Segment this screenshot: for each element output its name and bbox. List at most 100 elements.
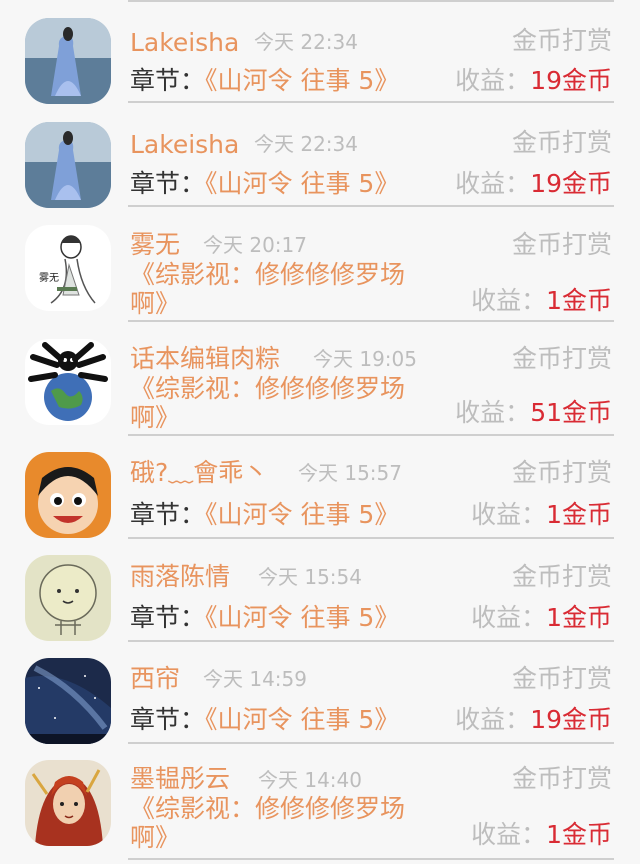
row-divider xyxy=(128,205,614,207)
reward-type: 金币打赏 xyxy=(511,128,612,157)
chapter-line: 章节：《山河令 往事 5》 xyxy=(130,707,399,732)
avatar[interactable] xyxy=(25,658,111,744)
reward-type: 金币打赏 xyxy=(511,764,612,793)
list-item[interactable]: 墨韫彤云 今天 14:40 金币打赏 《综影视：修修修修罗场 啊》 收益：1金币 xyxy=(0,746,640,864)
income-label: 收益： xyxy=(471,500,547,529)
income: 收益：1金币 xyxy=(471,822,612,847)
avatar[interactable] xyxy=(25,122,111,208)
income-label: 收益： xyxy=(455,169,531,198)
book-title-link[interactable]: 《综影视：修修修修罗场 啊》 xyxy=(130,260,405,318)
svg-text:雾无: 雾无 xyxy=(39,272,59,284)
row-divider xyxy=(128,537,614,539)
income: 收益：51金币 xyxy=(455,400,612,425)
user-name[interactable]: 硪?﹏會乖丶 xyxy=(130,460,268,485)
list-item[interactable]: 雨落陈情 今天 15:54 金币打赏 章节：《山河令 往事 5》 收益：1金币 xyxy=(0,540,640,642)
book-title-link[interactable]: 《山河令 往事 5》 xyxy=(205,500,399,529)
user-name[interactable]: Lakeisha xyxy=(130,132,239,157)
book-title-link[interactable]: 《综影视：修修修修罗场 啊》 xyxy=(130,374,405,432)
timestamp: 今天 15:54 xyxy=(258,565,362,589)
book-title-line-1: 《综影视：修修修修罗场 xyxy=(130,260,406,289)
user-name[interactable]: 雾无 xyxy=(130,232,180,257)
income: 收益：19金币 xyxy=(455,707,612,732)
chapter-label: 章节： xyxy=(130,66,206,95)
chapter-label: 章节： xyxy=(130,705,206,734)
book-title-line-2: 啊》 xyxy=(130,403,181,432)
red-haired-anime-character-icon xyxy=(25,760,111,846)
chapter-line: 章节：《山河令 往事 5》 xyxy=(130,68,399,93)
row-divider xyxy=(128,101,614,103)
income: 收益：1金币 xyxy=(471,288,612,313)
income: 收益：19金币 xyxy=(455,68,612,93)
user-name[interactable]: 西帘 xyxy=(130,666,180,691)
list-item[interactable]: 硪?﹏會乖丶 今天 15:57 金币打赏 章节：《山河令 往事 5》 收益：1金… xyxy=(0,436,640,540)
book-title-link[interactable]: 《山河令 往事 5》 xyxy=(205,603,399,632)
timestamp: 今天 22:34 xyxy=(254,30,358,54)
avatar[interactable] xyxy=(25,760,111,846)
timestamp: 今天 14:40 xyxy=(258,768,362,792)
income-label: 收益： xyxy=(471,603,547,632)
income: 收益：1金币 xyxy=(471,502,612,527)
book-title-link[interactable]: 《山河令 往事 5》 xyxy=(205,66,399,95)
chapter-label: 章节： xyxy=(130,603,206,632)
book-title-line-2: 啊》 xyxy=(130,289,181,318)
starry-night-sky-icon xyxy=(25,658,111,744)
reward-record-list: Lakeisha 今天 22:34 金币打赏 章节：《山河令 往事 5》 收益：… xyxy=(0,0,640,864)
income-amount: 1金币 xyxy=(546,286,612,315)
user-name[interactable]: 雨落陈情 xyxy=(130,564,230,589)
chapter-line: 章节：《山河令 往事 5》 xyxy=(130,171,399,196)
ink-sketch-figure-icon: 雾无 xyxy=(25,225,111,311)
timestamp: 今天 14:59 xyxy=(203,667,307,691)
list-item[interactable]: 话本编辑肉粽 今天 19:05 金币打赏 《综影视：修修修修罗场 啊》 收益：5… xyxy=(0,322,640,436)
income-label: 收益： xyxy=(455,705,531,734)
timestamp: 今天 15:57 xyxy=(298,461,402,485)
avatar[interactable] xyxy=(25,18,111,104)
book-title-line-2: 啊》 xyxy=(130,823,181,852)
book-title-link[interactable]: 《山河令 往事 5》 xyxy=(205,169,399,198)
book-title-line-1: 《综影视：修修修修罗场 xyxy=(130,794,406,823)
reward-type: 金币打赏 xyxy=(511,230,612,259)
income-amount: 19金币 xyxy=(530,66,612,95)
list-item[interactable]: Lakeisha 今天 22:34 金币打赏 章节：《山河令 往事 5》 收益：… xyxy=(0,104,640,208)
book-title-link[interactable]: 《综影视：修修修修罗场 啊》 xyxy=(130,794,405,852)
income-label: 收益： xyxy=(471,820,547,849)
user-name[interactable]: 话本编辑肉粽 xyxy=(130,346,280,371)
income-amount: 1金币 xyxy=(546,603,612,632)
chapter-label: 章节： xyxy=(130,500,206,529)
timestamp: 今天 19:05 xyxy=(313,347,417,371)
income-amount: 1金币 xyxy=(546,500,612,529)
income: 收益：1金币 xyxy=(471,605,612,630)
row-divider xyxy=(128,858,614,860)
chapter-label: 章节： xyxy=(130,169,206,198)
round-face-doodle-icon xyxy=(25,555,111,641)
avatar[interactable]: 雾无 xyxy=(25,225,111,311)
reward-type: 金币打赏 xyxy=(511,26,612,55)
timestamp: 今天 20:17 xyxy=(203,233,307,257)
reward-type: 金币打赏 xyxy=(511,562,612,591)
income-label: 收益： xyxy=(455,66,531,95)
reward-type: 金币打赏 xyxy=(511,664,612,693)
avatar[interactable] xyxy=(25,452,111,538)
income-amount: 51金币 xyxy=(530,398,612,427)
reward-type: 金币打赏 xyxy=(511,344,612,373)
user-name[interactable]: 墨韫彤云 xyxy=(130,766,230,791)
list-item[interactable]: 雾无 雾无 今天 20:17 金币打赏 《综影视：修修修修罗场 啊》 收益：1金… xyxy=(0,208,640,322)
chapter-line: 章节：《山河令 往事 5》 xyxy=(130,502,399,527)
reward-type: 金币打赏 xyxy=(511,458,612,487)
income-amount: 19金币 xyxy=(530,705,612,734)
list-item[interactable]: 西帘 今天 14:59 金币打赏 章节：《山河令 往事 5》 收益：19金币 xyxy=(0,642,640,746)
luffy-cartoon-icon xyxy=(25,452,111,538)
bone-creature-earth-icon xyxy=(25,339,111,425)
book-title-link[interactable]: 《山河令 往事 5》 xyxy=(205,705,399,734)
income-amount: 1金币 xyxy=(546,820,612,849)
user-name[interactable]: Lakeisha xyxy=(130,30,239,55)
list-item[interactable]: Lakeisha 今天 22:34 金币打赏 章节：《山河令 往事 5》 收益：… xyxy=(0,0,640,104)
avatar[interactable] xyxy=(25,339,111,425)
income-amount: 19金币 xyxy=(530,169,612,198)
avatar[interactable] xyxy=(25,555,111,641)
woman-blue-dress-sea-icon xyxy=(25,18,111,104)
income-label: 收益： xyxy=(455,398,531,427)
timestamp: 今天 22:34 xyxy=(254,132,358,156)
income-label: 收益： xyxy=(471,286,547,315)
chapter-line: 章节：《山河令 往事 5》 xyxy=(130,605,399,630)
income: 收益：19金币 xyxy=(455,171,612,196)
